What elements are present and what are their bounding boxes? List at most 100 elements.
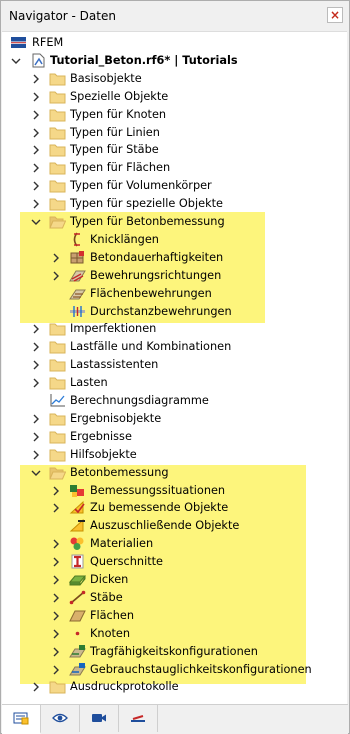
chevron-right-icon[interactable] [30,198,42,210]
tree-item-27[interactable]: Auszuschließende Objekte [2,517,347,535]
chevron-right-icon[interactable] [30,359,42,371]
chevron-right-icon[interactable] [30,180,42,192]
folder-icon [49,71,66,86]
chevron-down-icon[interactable] [30,216,42,228]
tree-item-34[interactable]: Tragfähigkeitskonfigurationen [2,643,347,661]
tree-item-36[interactable]: Ausdruckprotokolle [2,678,347,696]
chevron-right-icon[interactable] [50,270,62,282]
tree-item-7[interactable]: Typen für Flächen [2,159,347,177]
chevron-right-icon[interactable] [30,431,42,443]
tree-item-13[interactable]: Bewehrungsrichtungen [2,267,347,285]
tree-item-35[interactable]: Gebrauchstauglichkeitskonfigurationen [2,661,347,679]
node-icon [69,626,86,641]
folder-icon [49,89,66,104]
tree-item-label: Bewehrungsrichtungen [90,268,222,282]
results-tab[interactable] [119,705,158,732]
tree-item-label: Flächen [90,608,135,622]
tree-item-12[interactable]: Betondauerhaftigkeiten [2,249,347,267]
tree-item-26[interactable]: Zu bemessende Objekte [2,499,347,517]
folder-icon [49,679,66,694]
tree-item-1[interactable]: Tutorial_Beton.rf6* | Tutorials [2,52,347,70]
durability-icon [69,250,86,265]
tree-item-18[interactable]: Lastassistenten [2,356,347,374]
views-tab[interactable] [80,705,119,732]
display-tab[interactable] [41,705,80,732]
chevron-right-icon[interactable] [50,502,62,514]
chevron-down-icon[interactable] [30,467,42,479]
tree-item-23[interactable]: Hilfsobjekte [2,446,347,464]
tree-item-17[interactable]: Lastfälle und Kombinationen [2,338,347,356]
chevron-right-icon[interactable] [50,485,62,497]
member-icon [69,590,86,605]
tree-item-33[interactable]: Knoten [2,625,347,643]
tree-item-label: Gebrauchstauglichkeitskonfigurationen [90,662,312,676]
tree-item-9[interactable]: Typen für spezielle Objekte [2,195,347,213]
folder-icon [49,196,66,211]
chevron-right-icon[interactable] [30,73,42,85]
chevron-right-icon[interactable] [50,664,62,676]
chevron-right-icon[interactable] [30,449,42,461]
tree-item-19[interactable]: Lasten [2,374,347,392]
tree-item-30[interactable]: Dicken [2,571,347,589]
folder-icon [49,375,66,390]
chevron-right-icon[interactable] [50,538,62,550]
tree-item-label: Tragfähigkeitskonfigurationen [90,644,258,658]
chevron-right-icon[interactable] [50,252,62,264]
data-tab[interactable] [2,705,41,734]
close-button[interactable]: × [327,7,343,23]
tree-item-label: Typen für Flächen [70,161,171,175]
tree-item-32[interactable]: Flächen [2,607,347,625]
tree-item-8[interactable]: Typen für Volumenkörper [2,177,347,195]
chevron-right-icon[interactable] [30,109,42,121]
tree-item-label: Hilfsobjekte [70,447,137,461]
chevron-right-icon[interactable] [30,127,42,139]
tree-item-label: Ergebnisobjekte [70,411,162,425]
buckling-length-icon [69,232,86,247]
tree-item-16[interactable]: Imperfektionen [2,320,347,338]
folder-icon [49,125,66,140]
chevron-right-icon[interactable] [50,610,62,622]
tree-item-11[interactable]: Knicklängen [2,231,347,249]
tree-item-6[interactable]: Typen für Stäbe [2,141,347,159]
tree-item-label: Zu bemessende Objekte [90,501,229,515]
folder-icon [49,357,66,372]
tree-item-15[interactable]: Durchstanzbewehrungen [2,303,347,321]
chevron-right-icon[interactable] [50,574,62,586]
chevron-right-icon[interactable] [30,144,42,156]
chevron-right-icon[interactable] [30,413,42,425]
chevron-right-icon[interactable] [50,628,62,640]
tree-item-10[interactable]: Typen für Betonbemessung [2,213,347,231]
tree-item-25[interactable]: Bemessungssituationen [2,482,347,500]
tree-item-29[interactable]: Querschnitte [2,553,347,571]
tree-item-22[interactable]: Ergebnisse [2,428,347,446]
folder-icon [49,160,66,175]
chevron-right-icon[interactable] [50,556,62,568]
open-folder-icon [49,214,67,229]
objects-to-design-icon [69,500,86,515]
chevron-right-icon[interactable] [30,91,42,103]
chevron-down-icon[interactable] [10,55,22,67]
tree-item-0[interactable]: RFEM [2,34,347,52]
tree-item-3[interactable]: Spezielle Objekte [2,88,347,106]
chevron-right-icon[interactable] [50,646,62,658]
tree-item-2[interactable]: Basisobjekte [2,70,347,88]
tree-item-label: Ausdruckprotokolle [70,680,179,694]
tree-item-14[interactable]: Flächenbewehrungen [2,285,347,303]
tree-item-label: Dicken [90,573,129,586]
folder-icon [49,339,66,354]
tree-item-31[interactable]: Stäbe [2,589,347,607]
tree-item-label: Typen für spezielle Objekte [70,197,223,211]
tree-item-4[interactable]: Typen für Knoten [2,106,347,124]
tree-item-21[interactable]: Ergebnisobjekte [2,410,347,428]
tree-item-5[interactable]: Typen für Linien [2,124,347,142]
chevron-right-icon[interactable] [30,377,42,389]
tree-item-24[interactable]: Betonbemessung [2,464,347,482]
tree-item-20[interactable]: Berechnungsdiagramme [2,392,347,410]
chevron-right-icon[interactable] [30,323,42,335]
tree-item-28[interactable]: Materialien [2,535,347,553]
chevron-right-icon[interactable] [30,341,42,353]
chevron-right-icon[interactable] [50,592,62,604]
chevron-right-icon[interactable] [30,681,42,693]
chevron-right-icon[interactable] [30,162,42,174]
tree-item-label: Durchstanzbewehrungen [90,304,232,318]
